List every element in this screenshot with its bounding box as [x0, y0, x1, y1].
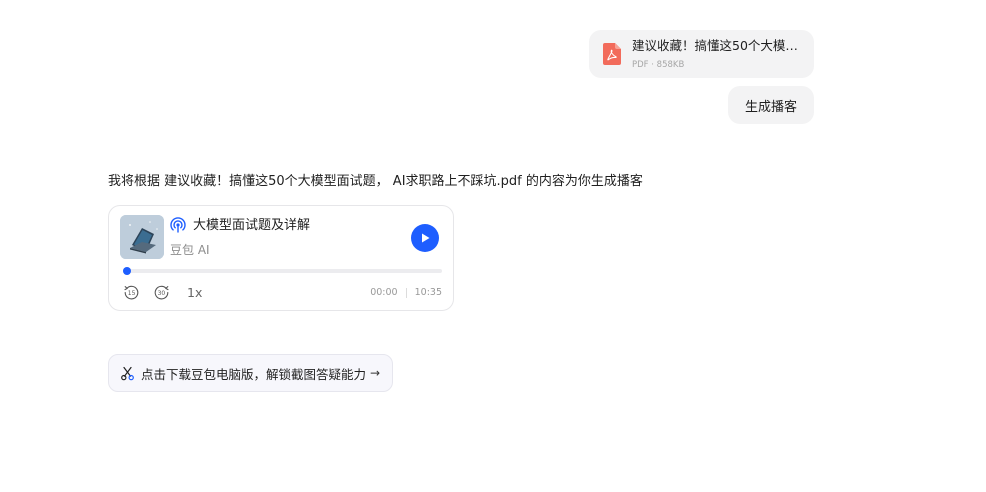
- assistant-message: 我将根据 建议收藏！搞懂这50个大模型面试题， AI求职路上不踩坑.pdf 的内…: [108, 174, 643, 189]
- svg-text:30: 30: [158, 290, 166, 297]
- svg-text:15: 15: [128, 290, 136, 297]
- rewind-15-icon[interactable]: 15: [123, 284, 140, 301]
- attached-file-card[interactable]: 建议收藏！搞懂这50个大模型面试题，AI求职路上不踩坑.pdf PDF · 85…: [589, 30, 814, 78]
- arrow-right-icon: →: [370, 366, 381, 380]
- playback-speed-button[interactable]: 1x: [187, 284, 202, 301]
- download-banner-label: 点击下载豆包电脑版，解锁截图答疑能力: [141, 366, 367, 382]
- current-time: 00:00: [370, 287, 398, 298]
- time-display: 00:00 10:35: [370, 287, 442, 299]
- progress-knob[interactable]: [123, 267, 131, 275]
- podcast-player-card: 大模型面试题及详解 豆包 AI 15 30 1x 00:00 10:35: [108, 205, 454, 311]
- forward-30-icon[interactable]: 30: [153, 284, 170, 301]
- file-name: 建议收藏！搞懂这50个大模型面试题，AI求职路上不踩坑.pdf: [632, 38, 802, 53]
- podcast-title: 大模型面试题及详解: [193, 218, 311, 233]
- download-desktop-app-banner[interactable]: 点击下载豆包电脑版，解锁截图答疑能力 →: [108, 354, 394, 392]
- duration: 10:35: [414, 287, 442, 298]
- play-icon: [422, 233, 430, 243]
- time-divider: [405, 288, 407, 298]
- file-meta: PDF · 858KB: [632, 60, 685, 70]
- user-message-bubble: 生成播客: [728, 86, 814, 124]
- progress-bar[interactable]: [123, 267, 442, 275]
- podcast-cover-image: [120, 215, 164, 259]
- podcast-author: 豆包 AI: [170, 243, 210, 257]
- play-button[interactable]: [411, 224, 439, 252]
- podcast-icon: [170, 217, 186, 233]
- scissors-icon: [121, 366, 134, 380]
- pdf-icon: [603, 43, 621, 65]
